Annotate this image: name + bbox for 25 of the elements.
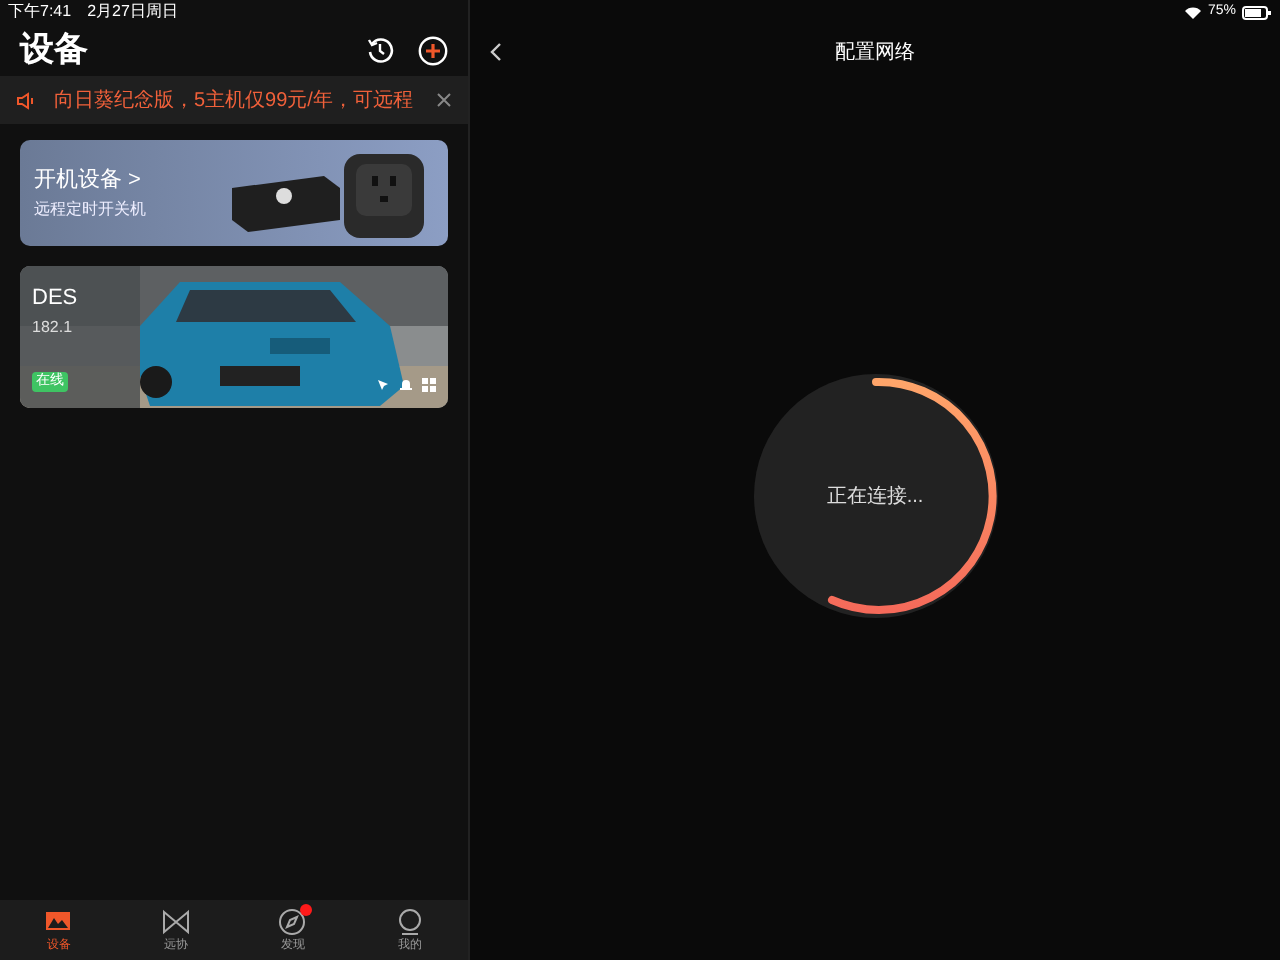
card-title: 开机设备 > <box>34 166 143 197</box>
power-device-card[interactable]: 开机设备 > 远程定时开关机 <box>20 140 448 246</box>
bowtie-icon <box>159 905 192 937</box>
connecting-text: 正在连接... <box>826 483 924 511</box>
status-time: 下午7:41 <box>8 0 72 24</box>
back-icon[interactable] <box>490 42 502 62</box>
promo-text: 向日葵纪念版，5主机仅99元/年，可远程 <box>54 87 415 115</box>
cursor-icon[interactable] <box>376 378 390 392</box>
windows-icon[interactable] <box>422 378 436 392</box>
device-ip: 182.1 <box>32 315 75 339</box>
page-title: 设备 <box>20 28 88 73</box>
speaker-icon <box>16 91 38 109</box>
person-icon <box>393 905 426 937</box>
promo-banner[interactable]: 向日葵纪念版，5主机仅99元/年，可远程 <box>0 76 468 124</box>
wifi-icon <box>1183 5 1202 19</box>
card-subtitle: 远程定时开关机 <box>34 197 146 222</box>
bell-icon[interactable] <box>400 378 412 392</box>
history-icon[interactable] <box>366 36 394 64</box>
add-icon[interactable] <box>418 35 448 65</box>
page-title: 配置网络 <box>833 39 917 67</box>
status-date: 2月27日周日 <box>87 0 178 24</box>
close-icon[interactable] <box>436 92 452 108</box>
device-name: DES <box>32 284 80 314</box>
battery-icon <box>1242 5 1272 19</box>
compass-icon <box>276 905 309 937</box>
